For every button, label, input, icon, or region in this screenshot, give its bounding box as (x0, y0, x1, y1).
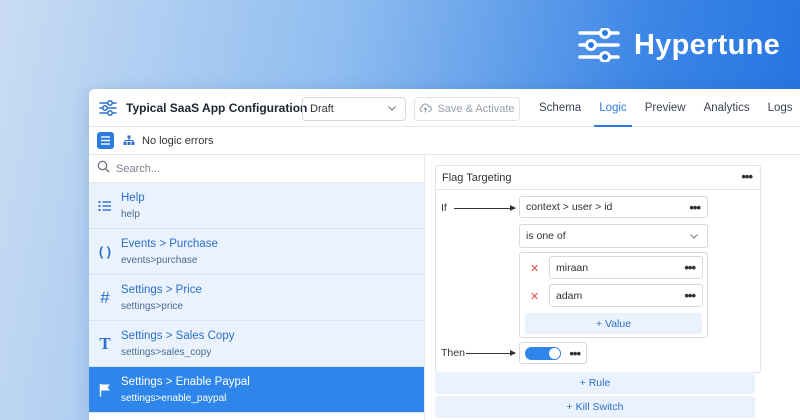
then-value-toggle[interactable] (525, 347, 561, 360)
flag-targeting-panel: Flag Targeting ••• If context > user > i… (435, 165, 761, 373)
then-more-icon[interactable]: ••• (569, 346, 581, 361)
tab-analytics[interactable]: Analytics (695, 89, 759, 127)
search-placeholder: Search... (116, 162, 161, 175)
cloud-upload-icon (419, 102, 433, 116)
chevron-down-icon (386, 102, 398, 117)
condition-more-icon[interactable]: ••• (689, 200, 701, 215)
value-text: adam (556, 289, 583, 302)
condition-field-value: context > user > id (526, 201, 613, 213)
branch-select[interactable]: Draft (302, 97, 406, 121)
condition-field-input[interactable]: context > user > id ••• (519, 196, 708, 218)
value-text: miraan (556, 261, 589, 274)
sidebar-item-path: settings>price (121, 300, 183, 312)
sidebar-item-settings-sales-copy[interactable]: T Settings > Sales Copy settings>sales_c… (89, 321, 424, 367)
add-rule-button[interactable]: + Rule (435, 372, 755, 394)
if-arrow (454, 205, 516, 211)
menu-toggle-button[interactable] (97, 132, 114, 149)
then-label: Then (441, 347, 465, 359)
text-type-icon: T (99, 333, 111, 353)
sidebar-item-path: settings>sales_copy (121, 346, 212, 358)
sidebar-item-path: settings>enable_paypal (121, 392, 227, 404)
panel-more-icon[interactable]: ••• (741, 169, 753, 184)
value-more-icon[interactable]: ••• (684, 288, 696, 303)
flag-icon (89, 383, 121, 397)
sliders-logo-icon (578, 28, 620, 62)
operator-select[interactable]: is one of (519, 224, 708, 248)
save-activate-button[interactable]: Save & Activate (414, 97, 520, 121)
branch-select-value: Draft (310, 103, 334, 115)
chevron-down-icon (688, 230, 700, 245)
tab-bar: Schema Logic Preview Analytics Logs (530, 89, 800, 127)
values-list: ✕ miraan ••• ✕ adam ••• + Value (519, 252, 708, 338)
sidebar-item-label: Help (121, 191, 145, 204)
sidebar-item-path: events>purchase (121, 254, 198, 266)
list-icon (89, 200, 121, 212)
hierarchy-icon (123, 135, 135, 146)
status-bar: No logic errors (89, 127, 800, 155)
remove-value-icon[interactable]: ✕ (530, 290, 539, 303)
panel-header: Flag Targeting ••• (436, 166, 760, 190)
operator-value: is one of (526, 230, 566, 242)
sidebar-item-label: Settings > Enable Paypal (121, 375, 250, 388)
sidebar: Search... Help help ( ) Events > Purchas… (89, 155, 425, 420)
then-value-control: ••• (519, 342, 587, 364)
sliders-icon (98, 98, 118, 118)
app-window: Typical SaaS App Configuration Draft Sav… (89, 89, 800, 420)
hash-icon: # (100, 287, 110, 307)
sidebar-item-path: help (121, 208, 140, 220)
top-bar: Typical SaaS App Configuration Draft Sav… (89, 89, 800, 127)
logic-status-text: No logic errors (142, 134, 214, 147)
sidebar-item-label: Events > Purchase (121, 237, 218, 250)
sidebar-item-help[interactable]: Help help (89, 183, 424, 229)
then-arrow (466, 350, 516, 356)
brand-name: Hypertune (634, 28, 781, 61)
tab-logic[interactable]: Logic (590, 89, 636, 127)
value-input[interactable]: adam ••• (549, 284, 703, 307)
add-value-button[interactable]: + Value (525, 313, 702, 334)
sidebar-item-label: Settings > Price (121, 283, 202, 296)
remove-value-icon[interactable]: ✕ (530, 262, 539, 275)
sidebar-item-settings-enable-paypal[interactable]: Settings > Enable Paypal settings>enable… (89, 367, 424, 413)
project-title: Typical SaaS App Configuration (126, 100, 308, 115)
tab-schema[interactable]: Schema (530, 89, 590, 127)
brand: Hypertune (578, 24, 780, 66)
tab-logs[interactable]: Logs (759, 89, 800, 127)
value-input[interactable]: miraan ••• (549, 256, 703, 279)
search-input[interactable]: Search... (89, 155, 424, 183)
sidebar-item-label: Settings > Sales Copy (121, 329, 235, 342)
tab-preview[interactable]: Preview (636, 89, 695, 127)
panel-title: Flag Targeting (442, 171, 512, 184)
sidebar-item-events-purchase[interactable]: ( ) Events > Purchase events>purchase (89, 229, 424, 275)
sidebar-item-settings-price[interactable]: # Settings > Price settings>price (89, 275, 424, 321)
value-more-icon[interactable]: ••• (684, 260, 696, 275)
if-label: If (441, 202, 447, 214)
search-icon (97, 160, 110, 178)
add-kill-switch-button[interactable]: + Kill Switch (435, 396, 755, 418)
save-activate-label: Save & Activate (437, 103, 515, 115)
braces-icon: ( ) (98, 244, 112, 259)
